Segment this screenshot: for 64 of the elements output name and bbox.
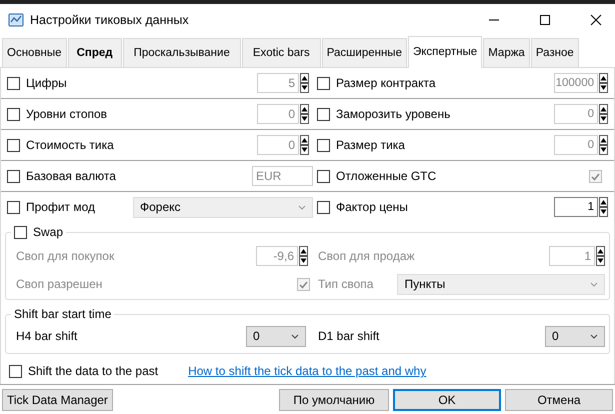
dialog-button[interactable]: OK [393,388,501,410]
checkbox[interactable] [9,364,22,378]
dialog-button[interactable]: Tick Data Manager [2,388,113,410]
spin-arrows-icon[interactable] [300,73,309,93]
checkbox-label: Shift the data to the past [28,364,158,378]
spin-arrows-icon[interactable] [300,104,309,124]
checkbox[interactable] [317,200,330,214]
field-label: Цифры [26,76,67,90]
field-label: Своп разрешен [16,277,102,291]
field-label: Отложенные GTC [336,169,436,183]
tab[interactable]: Спред [68,38,122,67]
maximize-icon[interactable] [539,14,551,26]
group-title: Shift bar start time [14,307,112,321]
tab[interactable]: Расширенные [322,38,407,67]
chart-window-icon [8,12,24,28]
spin-arrows-icon[interactable] [599,104,608,124]
spin-arrows-icon[interactable] [599,135,608,155]
checkbox[interactable] [14,226,27,238]
field-label: Своп для продаж [318,249,415,263]
spin-arrows-icon[interactable] [299,246,308,266]
spin-arrows-icon[interactable] [596,246,605,266]
checkbox[interactable] [7,76,20,90]
spin-arrows-icon[interactable] [300,135,309,155]
field-label: Заморозить уровень [336,107,450,121]
field-label: Своп для покупок [16,249,114,263]
field-label: Размер контракта [336,76,436,90]
window-title: Настройки тиковых данных [30,12,189,26]
number-field[interactable]: 1 [554,197,598,217]
dropdown[interactable]: 0 [545,326,605,346]
tab[interactable]: Разное [530,38,579,67]
checkbox[interactable] [7,138,20,152]
field-label: Тип свопа [318,277,374,291]
checkbox[interactable] [7,200,20,214]
caret-icon [298,204,306,210]
checkbox[interactable] [317,170,330,182]
field-label: Базовая валюта [26,169,116,183]
help-link[interactable]: How to shift the tick data to the past and why [188,364,426,378]
tab[interactable]: Основные [2,38,67,67]
field-label: Размер тика [336,138,405,152]
caret-icon [291,334,299,338]
spin-arrows-icon[interactable] [599,73,608,93]
checkbox[interactable] [317,76,330,90]
caret-icon [590,334,598,338]
checkbox[interactable] [7,108,20,120]
tab[interactable]: Маржа [483,38,530,67]
checkbox[interactable] [317,108,330,120]
field-label: Профит мод [26,200,96,214]
tab[interactable]: Экспертные [408,36,482,68]
field-label: Стоимость тика [26,138,114,152]
spin-arrows-icon[interactable] [599,197,608,217]
tab[interactable]: Проскальзывание [122,38,241,67]
caret-icon [590,282,598,286]
checkbox-label: Swap [33,225,64,239]
dialog-button[interactable]: По умолчанию [279,388,389,410]
checkbox[interactable] [317,138,330,152]
close-icon[interactable] [590,14,602,26]
field-label: Уровни стопов [26,107,108,121]
field-label: H4 bar shift [16,329,78,343]
tab[interactable]: Exotic bars [242,38,321,67]
field-label: Фактор цены [336,200,408,214]
checkbox[interactable] [7,170,20,182]
field-label: D1 bar shift [318,329,380,343]
dialog-button[interactable]: Отмена [505,388,613,410]
dropdown[interactable]: 0 [246,326,306,346]
